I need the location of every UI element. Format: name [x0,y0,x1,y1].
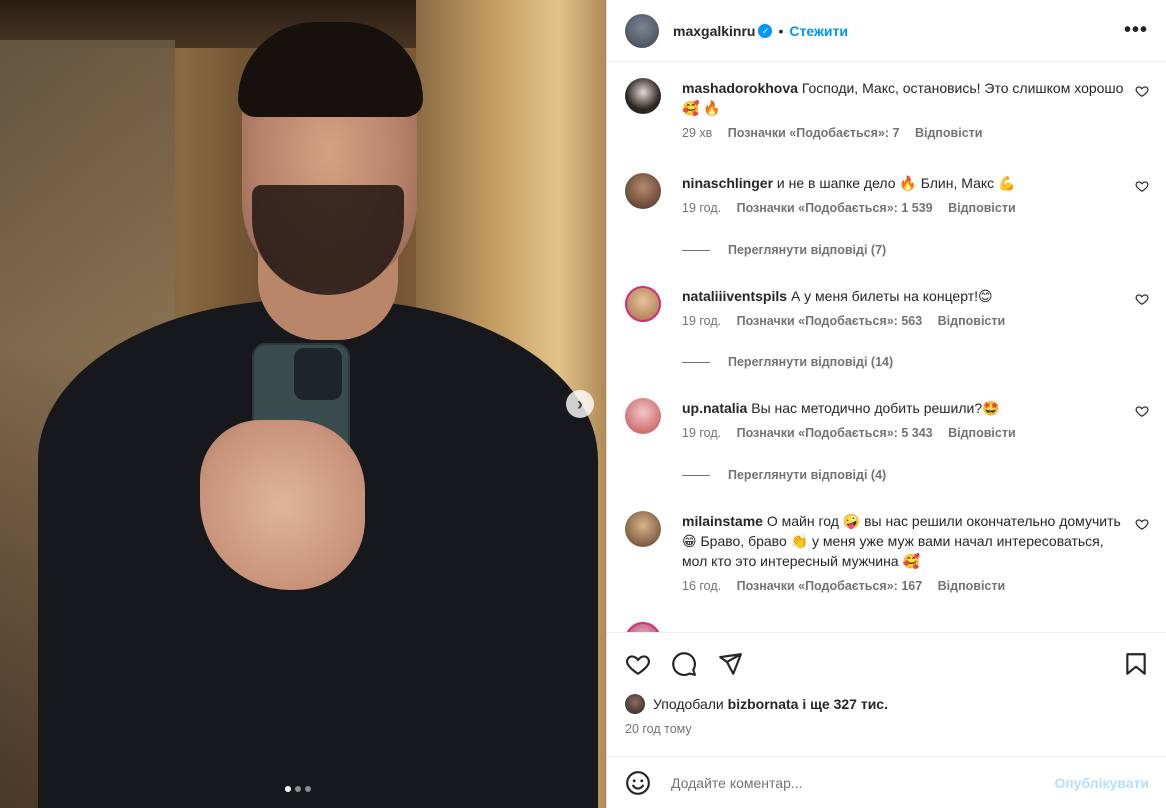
comment-meta: 19 год. Позначки «Подобається»: 1 539 Ві… [682,201,1157,215]
commenter-avatar[interactable] [625,398,661,434]
heart-icon[interactable] [1135,292,1149,306]
comment-likes-count[interactable]: Позначки «Подобається»: 167 [737,579,923,593]
add-comment-bar: Опублікувати [607,756,1166,808]
comment-text: и не в шапке дело 🔥 Блин, Макс 💪 [776,175,1016,191]
comment-item: nataliiiventspils А у меня билеты на кон… [625,286,1157,328]
comment-body: up.natalia Вы нас методично добить решил… [682,398,1132,418]
comment-time: 19 год. [682,201,722,215]
liker-avatar[interactable] [625,694,645,714]
comment-meta: 16 год. Позначки «Подобається»: 167 Відп… [682,579,1157,593]
carousel-next-button[interactable]: › [566,390,594,418]
commenter-avatar[interactable] [625,78,661,114]
commenter-username[interactable]: ninaschlinger [682,175,773,191]
heart-icon[interactable] [1135,517,1149,531]
comment-text: А у меня билеты на концерт!😊 [790,288,993,304]
comment-time: 29 хв [682,126,713,140]
comment-time: 19 год. [682,314,722,328]
comment-body: milainstame О майн год 🤪 вы нас решили о… [682,511,1132,571]
view-replies-label: Переглянути відповіді (4) [728,468,887,482]
follow-button[interactable]: Стежити [789,23,848,39]
comment-body: mashadorokhova Господи, Макс, остановись… [682,78,1132,118]
comment-meta: 19 год. Позначки «Подобається»: 563 Відп… [682,314,1157,328]
view-replies-button[interactable]: Переглянути відповіді (14) [682,355,893,369]
likes-prefix: Уподобали [653,696,724,712]
replies-divider [682,361,710,363]
comment-body: ninaschlinger и не в шапке дело 🔥 Блин, … [682,173,1132,193]
like-heart-icon[interactable] [625,651,651,677]
commenter-username[interactable]: milainstame [682,513,763,529]
likes-count[interactable]: і ще 327 тис. [802,696,888,712]
comment-likes-count[interactable]: Позначки «Подобається»: 5 343 [737,426,933,440]
heart-icon[interactable] [1135,179,1149,193]
comment-body: nataliiiventspils А у меня билеты на кон… [682,286,1132,306]
post-comment-button[interactable]: Опублікувати [1054,775,1149,791]
commenter-avatar[interactable] [625,286,661,322]
author-username[interactable]: maxgalkinru [673,23,755,39]
heart-icon[interactable] [1135,404,1149,418]
comment-item: milainstame О майн год 🤪 вы нас решили о… [625,511,1157,593]
comment-likes-count[interactable]: Позначки «Подобається»: 1 539 [737,201,933,215]
comment-item: ninaschlinger и не в шапке дело 🔥 Блин, … [625,173,1157,215]
commenter-avatar[interactable] [625,173,661,209]
carousel-dot [295,786,301,792]
carousel-dot [285,786,291,792]
header-separator: • [778,22,784,39]
emoji-icon[interactable] [625,770,651,796]
author-avatar[interactable] [625,13,659,48]
post-timestamp: 20 год тому [625,722,692,736]
media-subject-phone-camera [294,348,342,400]
reply-button[interactable]: Відповісти [948,426,1016,440]
comment-likes-count[interactable]: Позначки «Подобається»: 7 [728,126,900,140]
comment-input[interactable] [671,774,1055,791]
comment-meta: 29 хв Позначки «Подобається»: 7 Відповіс… [682,126,1157,140]
comment-item: mashadorokhova Господи, Макс, остановись… [625,78,1157,140]
post-media[interactable]: › [0,0,606,808]
comment-text: Вы нас методично добить решили?🤩 [751,400,1000,416]
likes-summary: Уподобали bizbornata і ще 327 тис. [625,694,888,714]
comment-time: 19 год. [682,426,722,440]
post-side-panel: maxgalkinru ✓ • Стежити ••• mashadorokho… [606,0,1166,808]
comment-likes-count[interactable]: Позначки «Подобається»: 563 [737,314,923,328]
view-replies-button[interactable]: Переглянути відповіді (7) [682,243,886,257]
reply-button[interactable]: Відповісти [938,579,1006,593]
more-options-icon[interactable]: ••• [1124,19,1148,42]
comment-item: up.natalia Вы нас методично добить решил… [625,398,1157,440]
view-replies-label: Переглянути відповіді (7) [728,243,887,257]
view-replies-button[interactable]: Переглянути відповіді (4) [682,468,886,482]
post-header: maxgalkinru ✓ • Стежити ••• [607,0,1166,62]
liker-username[interactable]: bizbornata [728,696,799,712]
comments-list[interactable]: mashadorokhova Господи, Макс, остановись… [607,62,1166,632]
commenter-username[interactable]: up.natalia [682,400,747,416]
post-actions-bar [607,632,1166,694]
heart-icon[interactable] [1135,84,1149,98]
reply-button[interactable]: Відповісти [948,201,1016,215]
comment-meta: 19 год. Позначки «Подобається»: 5 343 Ві… [682,426,1157,440]
commenter-username[interactable]: mashadorokhova [682,80,798,96]
replies-divider [682,474,710,476]
commenter-avatar[interactable] [625,511,661,547]
commenter-avatar[interactable] [625,622,661,632]
reply-button[interactable]: Відповісти [915,126,983,140]
verified-badge-icon: ✓ [758,23,773,38]
view-replies-label: Переглянути відповіді (14) [728,355,894,369]
commenter-username[interactable]: nataliiiventspils [682,288,787,304]
comment-time: 16 год. [682,579,722,593]
carousel-dot [305,786,311,792]
carousel-indicator [285,786,311,792]
replies-divider [682,249,710,251]
bookmark-icon[interactable] [1123,651,1149,677]
reply-button[interactable]: Відповісти [938,314,1006,328]
share-icon[interactable] [717,651,743,677]
comment-icon[interactable] [671,651,697,677]
